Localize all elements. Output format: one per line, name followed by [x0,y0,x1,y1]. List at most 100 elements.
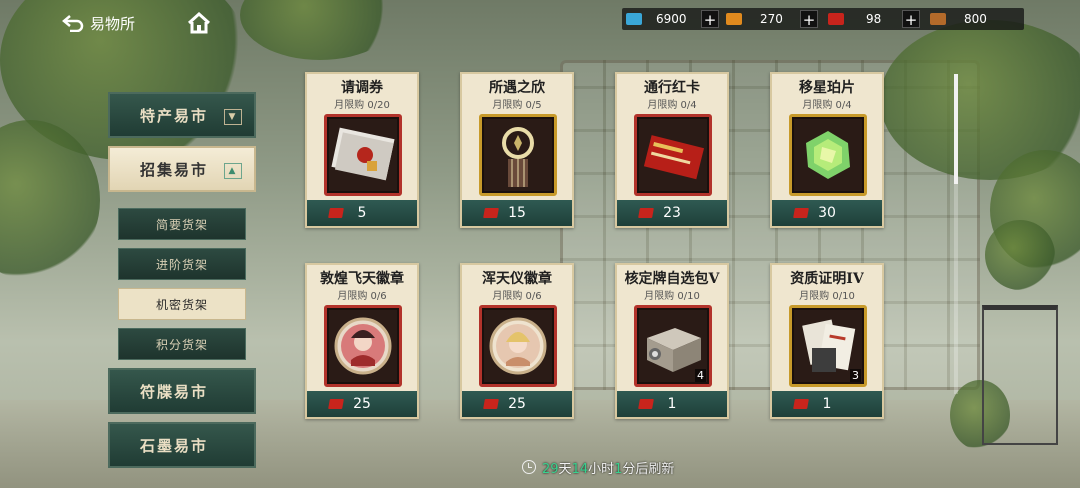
nav-label: 符牒易市 [140,382,209,401]
resource-red-card: 98 + [828,8,924,30]
refresh-hours-unit: 小时 [588,461,615,477]
chevron-up-icon: ▲ [224,163,242,179]
nav-label: 特产易市 [140,106,209,125]
refresh-days: 29 [542,461,559,477]
item-price: 1 [772,391,882,417]
nav-points-shelf[interactable]: 积分货架 [118,328,246,360]
refresh-days-unit: 天 [558,461,572,477]
nav-secret-shelf[interactable]: 机密货架 [118,288,246,320]
refresh-suffix: 分后刷新 [622,461,675,477]
item-purchase-limit: 月限购 0/4 [647,100,697,111]
add-resource-button[interactable]: + [701,10,719,29]
orange-ticket-icon [726,13,742,25]
nav-graphite-market[interactable]: 石墨易市 [108,422,256,468]
resource-bar: 6900 + 270 + 98 + 800 [622,8,1024,30]
item-name: 通行红卡 [644,80,700,96]
nav-label: 招集易市 [140,160,209,179]
price-value: 1 [822,396,832,412]
nav-label: 石墨易市 [140,436,209,455]
item-price: 1 [617,391,727,417]
item-price: 23 [617,200,727,226]
item-name: 浑天仪徽章 [482,271,552,287]
item-purchase-limit: 月限购 0/10 [644,291,700,302]
item-purchase-limit: 月限购 0/4 [802,100,852,111]
back-arrow-icon [62,15,84,32]
item-quantity: 3 [850,369,861,382]
badge-icon [324,305,402,387]
nav-specialty-market[interactable]: 特产易市 ▼ [108,92,256,138]
scrollbar-thumb[interactable] [954,74,958,184]
document-stack-icon: 3 [789,305,867,387]
refresh-hours: 14 [571,461,589,477]
shop-item-card[interactable]: 敦煌飞天徽章 月限购 0/6 25 [305,263,419,419]
refresh-timer: 29天14小时1分后刷新 [522,458,675,477]
nav-recruit-market[interactable]: 招集易市 ▲ [108,146,256,192]
nav-sub-label: 积分货架 [155,337,208,352]
top-bar: 易物所 6900 + 270 + 98 + 800 [0,0,1080,44]
item-purchase-limit: 月限购 0/10 [799,291,855,302]
chest-icon [930,13,946,25]
resource-value: 6900 [656,12,687,26]
item-quantity: 4 [695,369,706,382]
item-price: 5 [307,200,417,226]
nav-sub-label: 进阶货架 [155,257,208,272]
chevron-down-icon: ▼ [224,109,242,125]
item-purchase-limit: 月限购 0/6 [492,291,542,302]
nav-talisman-market[interactable]: 符牒易市 [108,368,256,414]
clock-icon [522,460,536,474]
envelope-icon [324,114,402,196]
price-value: 25 [508,396,526,412]
price-value: 25 [353,396,371,412]
item-name: 资质证明IV [790,271,864,287]
item-purchase-limit: 月限购 0/5 [492,100,542,111]
resource-orange-ticket: 270 + [726,8,822,30]
red-pass-card-icon [634,114,712,196]
price-value: 23 [663,205,681,221]
item-grid-scrollbar[interactable] [954,74,958,394]
back-button[interactable]: 易物所 [62,10,152,36]
resource-value: 98 [866,12,882,26]
item-price: 25 [462,391,572,417]
plant-stand [982,305,1058,445]
resource-value: 800 [964,12,987,26]
shop-item-card[interactable]: 所遇之欣 月限购 0/5 15 [460,72,574,228]
item-name: 所遇之欣 [489,80,545,96]
shop-item-card[interactable]: 请调券 月限购 0/20 5 [305,72,419,228]
potted-plant [985,220,1055,290]
shop-item-card[interactable]: 通行红卡 月限购 0/4 23 [615,72,729,228]
price-value: 5 [357,205,367,221]
nav-sub-label: 机密货架 [155,297,208,312]
shop-item-card[interactable]: 浑天仪徽章 月限购 0/6 25 [460,263,574,419]
resource-value: 270 [760,12,783,26]
item-price: 25 [307,391,417,417]
badge-icon [479,305,557,387]
item-purchase-limit: 月限购 0/6 [337,291,387,302]
nav-basic-shelf[interactable]: 简要货架 [118,208,246,240]
item-name: 移星珀片 [799,80,855,96]
resource-chest: 800 [930,8,1022,30]
home-icon[interactable] [187,12,211,34]
shop-item-card[interactable]: 核定牌自选包V 月限购 0/10 4 1 [615,263,729,419]
item-purchase-limit: 月限购 0/20 [334,100,390,111]
price-value: 30 [818,205,836,221]
resource-blue-ticket: 6900 + [626,8,722,30]
shop-item-card[interactable]: 资质证明IV 月限购 0/10 3 1 [770,263,884,419]
red-card-icon [828,13,844,25]
add-resource-button[interactable]: + [902,10,920,29]
nav-sub-label: 简要货架 [155,217,208,232]
back-label: 易物所 [90,14,136,33]
item-name: 核定牌自选包V [624,271,720,287]
nav-advanced-shelf[interactable]: 进阶货架 [118,248,246,280]
price-value: 1 [667,396,677,412]
gem-shard-icon [789,114,867,196]
item-name: 敦煌飞天徽章 [320,271,404,287]
selection-box-icon: 4 [634,305,712,387]
blue-ticket-icon [626,13,642,25]
add-resource-button[interactable]: + [800,10,818,29]
item-price: 15 [462,200,572,226]
price-value: 15 [508,205,526,221]
shop-item-card[interactable]: 移星珀片 月限购 0/4 30 [770,72,884,228]
lantern-icon [479,114,557,196]
item-name: 请调券 [341,80,383,96]
item-price: 30 [772,200,882,226]
